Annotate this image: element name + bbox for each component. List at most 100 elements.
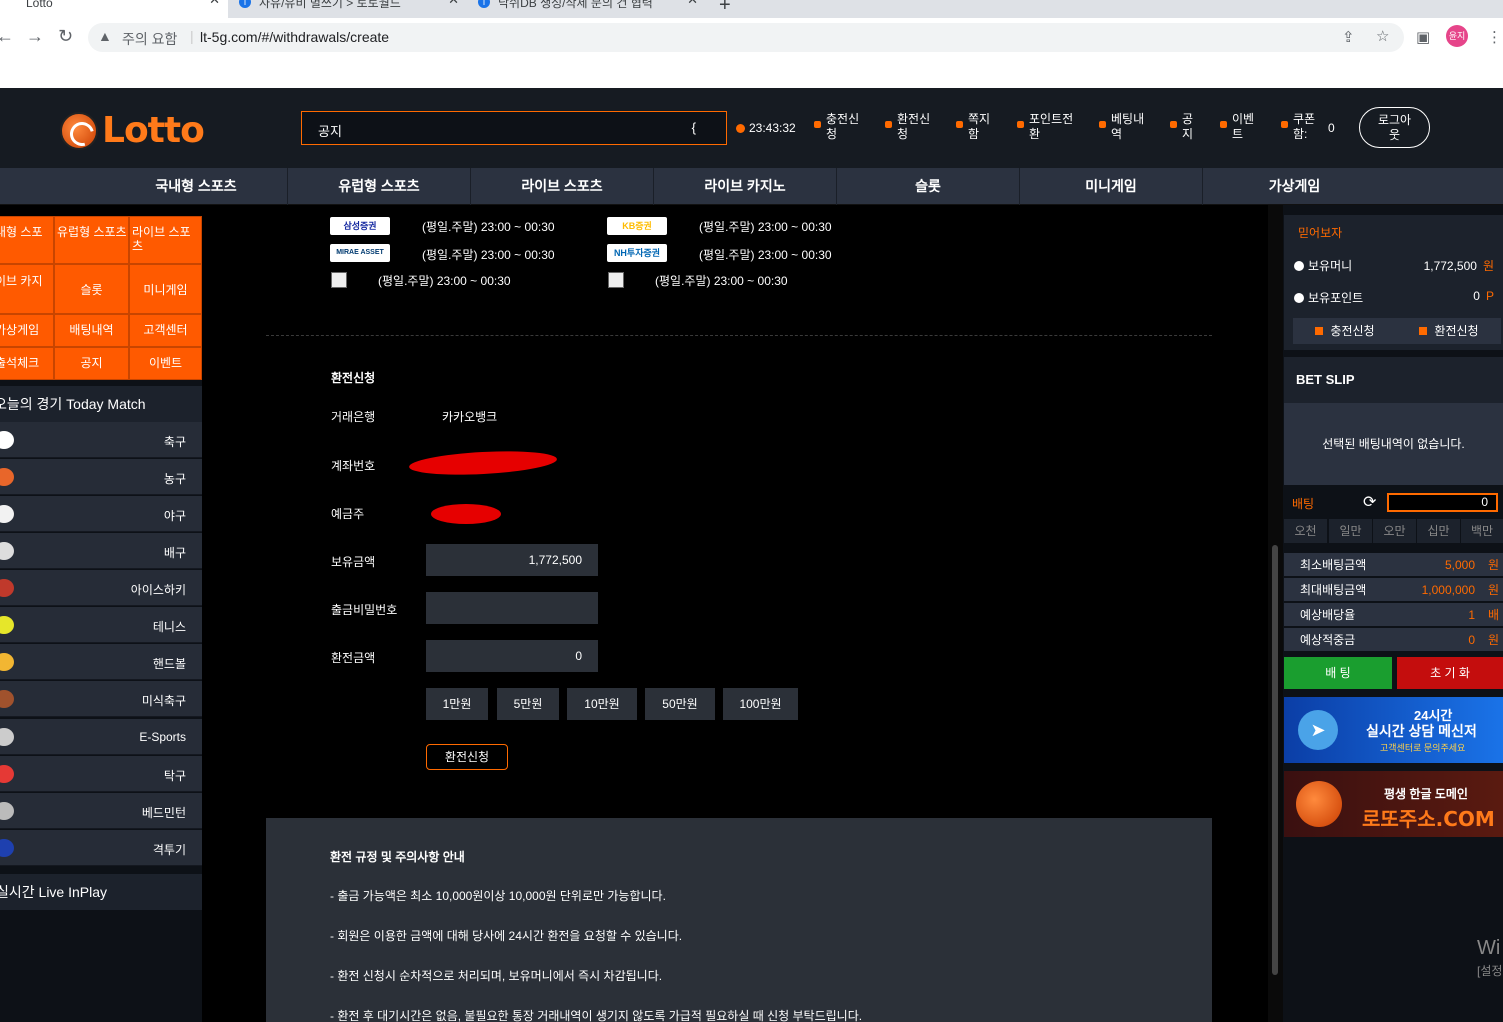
- page-scrollbar[interactable]: [1268, 205, 1283, 1022]
- balance-label: 보유금액: [331, 555, 376, 569]
- bank-time: (평일.주말) 23:00 ~ 00:30: [378, 274, 511, 288]
- browser-tab-lotto[interactable]: Lotto ✕: [0, 0, 228, 18]
- quick-customer-center[interactable]: 고객센터: [129, 314, 202, 347]
- tab-label: 사유/유비 별쓰기 > 토토월드: [259, 0, 401, 10]
- profile-avatar[interactable]: 윤지: [1446, 25, 1468, 47]
- forward-arrow-icon[interactable]: →: [26, 26, 44, 47]
- chip-1m[interactable]: 백만: [1461, 519, 1503, 543]
- header-item-label: 포인트전 환: [1029, 112, 1074, 141]
- quick-notice[interactable]: 공지: [54, 347, 129, 380]
- money-value-wrap: 1,772,500 원: [1424, 257, 1494, 274]
- security-warning[interactable]: 주의 요함: [122, 29, 177, 49]
- quick-live-casino[interactable]: 이브 카지: [0, 264, 54, 314]
- quick-european-sports[interactable]: 유럽형 스포츠: [54, 216, 129, 264]
- tab-close-icon[interactable]: ✕: [448, 0, 459, 6]
- notice-ticker[interactable]: 공지 {: [301, 111, 727, 145]
- withdraw-submit-button[interactable]: 환전신청: [426, 744, 508, 770]
- nav-european-sports[interactable]: 유럽형 스포츠: [288, 168, 471, 205]
- amount-100k-button[interactable]: 10만원: [567, 688, 637, 720]
- sport-tennis[interactable]: 테니스: [0, 607, 202, 643]
- menu-kebab-icon[interactable]: ⋮: [1487, 28, 1502, 46]
- nav-live-sports[interactable]: 라이브 스포츠: [471, 168, 654, 205]
- sport-football[interactable]: 미식축구: [0, 681, 202, 717]
- header-coupon-link[interactable]: 쿠폰 함:: [1281, 112, 1315, 142]
- live-inplay-header[interactable]: 실시간 Live InPlay: [0, 874, 202, 910]
- share-icon[interactable]: ⇪: [1342, 28, 1355, 46]
- bet-amount-input[interactable]: 0: [1387, 493, 1498, 512]
- pingpong-icon: [0, 765, 14, 783]
- chip-50k[interactable]: 오만: [1373, 519, 1416, 543]
- quick-minigame[interactable]: 미니게임: [129, 264, 202, 314]
- quick-event[interactable]: 이벤트: [129, 347, 202, 380]
- header-event-link[interactable]: 이벤 트: [1220, 112, 1254, 142]
- amount-500k-button[interactable]: 50만원: [645, 688, 715, 720]
- chip-100k[interactable]: 십만: [1417, 519, 1460, 543]
- warning-triangle-icon[interactable]: ▲: [98, 28, 112, 44]
- bookmark-star-icon[interactable]: ☆: [1376, 27, 1389, 45]
- place-bet-button[interactable]: 배 팅: [1284, 657, 1392, 689]
- sport-icehockey[interactable]: 아이스하키: [0, 570, 202, 606]
- sport-fighting[interactable]: 격투기: [0, 830, 202, 866]
- rule-line: - 회원은 이용한 금액에 대해 당사에 24시간 환전을 요청할 수 있습니다…: [330, 929, 683, 943]
- baseball-icon: [0, 505, 14, 523]
- main-nav: 국내형 스포츠 유럽형 스포츠 라이브 스포츠 라이브 카지노 슬롯 미니게임 …: [0, 168, 1503, 205]
- logout-button[interactable]: 로그아 웃: [1359, 107, 1430, 148]
- header-bethistory-link[interactable]: 베팅내 역: [1099, 112, 1144, 142]
- quick-domestic-sports[interactable]: 내형 스포: [0, 216, 54, 264]
- address-bar[interactable]: ▲ 주의 요함 | lt-5g.com/#/withdrawals/create…: [88, 23, 1404, 52]
- sport-baseball[interactable]: 야구: [0, 496, 202, 532]
- reload-icon[interactable]: ↻: [58, 26, 73, 47]
- sport-handball[interactable]: 핸드볼: [0, 644, 202, 680]
- sport-volleyball[interactable]: 배구: [0, 533, 202, 569]
- tab-close-icon[interactable]: ✕: [209, 0, 220, 6]
- nav-slot[interactable]: 슬롯: [837, 168, 1020, 205]
- header-point-link[interactable]: 포인트전 환: [1017, 112, 1074, 142]
- browser-tab-3[interactable]: i 낙쉬DB 생성/삭제 문의 건 협력 ✕: [472, 0, 706, 18]
- withdraw-button[interactable]: 환전신청: [1397, 318, 1501, 344]
- quick-bet-history[interactable]: 배팅내역: [54, 314, 129, 347]
- refresh-icon[interactable]: ⟳: [1363, 492, 1376, 512]
- info-label: 최소배팅금액: [1300, 558, 1367, 572]
- amount-10k-button[interactable]: 1만원: [426, 688, 488, 720]
- amount-1m-button[interactable]: 100만원: [723, 688, 798, 720]
- nav-minigame[interactable]: 미니게임: [1020, 168, 1203, 205]
- quick-live-sports[interactable]: 라이브 스포츠: [129, 216, 202, 264]
- quick-slot[interactable]: 슬롯: [54, 264, 129, 314]
- sport-esports[interactable]: E-Sports: [0, 719, 202, 755]
- header-deposit-link[interactable]: 충전신 청: [814, 112, 859, 142]
- sport-soccer[interactable]: 축구: [0, 422, 202, 458]
- info-value: 0: [1468, 633, 1475, 647]
- withdraw-password-input[interactable]: [426, 592, 598, 624]
- new-tab-button[interactable]: +: [719, 0, 731, 17]
- url-text[interactable]: lt-5g.com/#/withdrawals/create: [200, 29, 389, 45]
- nav-live-casino[interactable]: 라이브 카지노: [654, 168, 837, 205]
- sport-basketball[interactable]: 농구: [0, 459, 202, 495]
- domain-banner[interactable]: 평생 한글 도메인 로또주소.COM: [1284, 771, 1503, 837]
- quick-virtual-game[interactable]: 가상게임: [0, 314, 54, 347]
- header-withdraw-link[interactable]: 환전신 청: [885, 112, 930, 142]
- deposit-icon: [1315, 327, 1324, 335]
- header-notice-link[interactable]: 공 지: [1170, 112, 1193, 142]
- quick-attendance[interactable]: 출석체크: [0, 347, 54, 380]
- amount-50k-button[interactable]: 5만원: [497, 688, 559, 720]
- bank-logo-kb: KB증권: [607, 217, 667, 235]
- telegram-banner[interactable]: ➤ 24시간 실시간 상담 메신저 고객센터로 문의주세요: [1284, 697, 1503, 763]
- tab-label: Lotto: [26, 0, 53, 10]
- browser-tab-2[interactable]: i 사유/유비 별쓰기 > 토토월드 ✕: [233, 0, 467, 18]
- sidebar-toggle-icon[interactable]: ▣: [1416, 28, 1430, 46]
- sport-pingpong[interactable]: 탁구: [0, 756, 202, 792]
- reset-button[interactable]: 초 기 화: [1397, 657, 1503, 689]
- chip-10k[interactable]: 일만: [1329, 519, 1372, 543]
- site-logo[interactable]: Lotto: [60, 108, 210, 154]
- nav-domestic-sports[interactable]: 국내형 스포츠: [105, 168, 288, 205]
- header-message-link[interactable]: 쪽지 함: [956, 112, 990, 142]
- chip-5k[interactable]: 오천: [1284, 519, 1327, 543]
- lotto-ball-icon: [1296, 781, 1342, 827]
- deposit-button[interactable]: 충전신청: [1293, 318, 1397, 344]
- nav-virtual-game[interactable]: 가상게임: [1203, 168, 1386, 205]
- tab-close-icon[interactable]: ✕: [687, 0, 698, 6]
- withdraw-amount-input[interactable]: 0: [426, 640, 598, 672]
- sport-badminton[interactable]: 베드민턴: [0, 793, 202, 829]
- back-arrow-icon[interactable]: ←: [0, 26, 14, 47]
- scrollbar-thumb[interactable]: [1272, 545, 1278, 975]
